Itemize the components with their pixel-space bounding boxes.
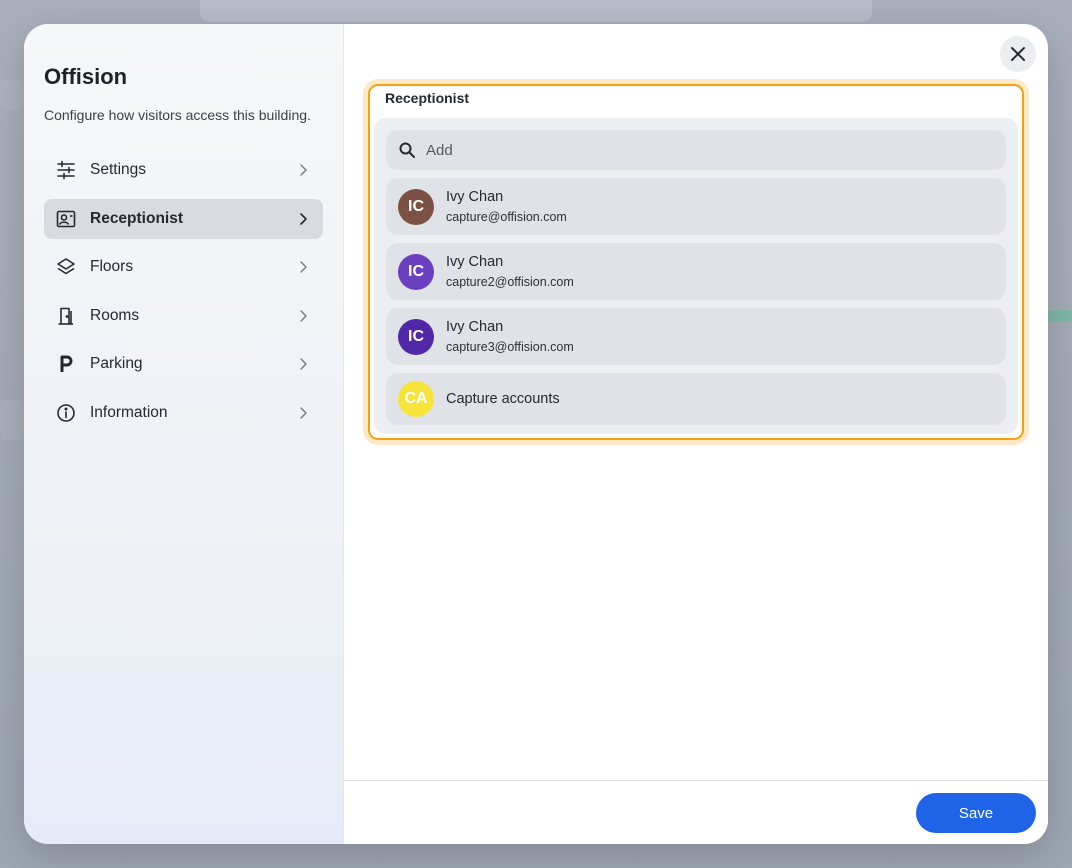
close-icon <box>1011 47 1025 61</box>
chevron-right-icon <box>300 164 307 176</box>
add-receptionist-search[interactable] <box>386 130 1006 170</box>
background-status-strip <box>1048 310 1072 322</box>
building-settings-modal: Offision Configure how visitors access t… <box>24 24 1048 844</box>
receptionist-name: Capture accounts <box>446 391 560 407</box>
sidebar-nav: Settings Receptionist Floors Rooms Parki… <box>44 150 323 441</box>
chevron-right-icon <box>300 358 307 370</box>
parking-icon <box>54 352 78 376</box>
sidebar-item-floors[interactable]: Floors <box>44 247 323 287</box>
save-button[interactable]: Save <box>916 793 1036 833</box>
background-fragment <box>0 80 24 110</box>
receptionist-name: Ivy Chan <box>446 319 504 335</box>
sidebar: Offision Configure how visitors access t… <box>24 24 344 844</box>
sidebar-item-label: Settings <box>90 161 147 178</box>
background-search-bar <box>200 0 872 22</box>
avatar: CA <box>398 381 434 417</box>
sidebar-title: Offision <box>44 64 128 89</box>
chevron-right-icon <box>300 406 307 419</box>
sidebar-subtitle: Configure how visitors access this build… <box>44 107 311 123</box>
door-icon <box>54 304 78 328</box>
receptionist-name: Ivy Chan <box>446 189 504 205</box>
sidebar-item-label: Floors <box>90 258 134 275</box>
background-fragment <box>0 400 24 440</box>
content-pane: Receptionist IC Ivy Chan capture@offisio… <box>344 24 1048 844</box>
receptionist-name: Ivy Chan <box>446 254 504 270</box>
sidebar-item-settings[interactable]: Settings <box>44 150 323 190</box>
avatar: IC <box>398 318 434 355</box>
search-icon <box>399 142 415 158</box>
sidebar-item-label: Receptionist <box>90 209 184 227</box>
chevron-right-icon <box>300 212 307 225</box>
sidebar-item-rooms[interactable]: Rooms <box>44 296 323 336</box>
layers-icon <box>54 255 78 279</box>
receptionist-list: IC Ivy Chan capture@offision.com IC Ivy … <box>374 118 1018 434</box>
receptionist-panel: Receptionist IC Ivy Chan capture@offisio… <box>368 84 1024 440</box>
close-button[interactable] <box>1000 36 1036 72</box>
add-receptionist-input[interactable] <box>426 141 926 159</box>
sidebar-item-receptionist[interactable]: Receptionist <box>44 198 323 239</box>
receptionist-row[interactable]: IC Ivy Chan capture@offision.com <box>386 178 1006 235</box>
sliders-icon <box>54 158 78 182</box>
receptionist-row[interactable]: IC Ivy Chan capture2@offision.com <box>386 243 1006 300</box>
info-icon <box>54 401 78 425</box>
receptionist-email: capture@offision.com <box>446 210 567 224</box>
receptionist-label: Receptionist <box>385 90 470 106</box>
chevron-right-icon <box>300 309 307 322</box>
sidebar-item-label: Information <box>90 403 168 421</box>
modal-footer: Save <box>344 780 1048 844</box>
receptionist-badge-icon <box>54 207 78 231</box>
sidebar-item-label: Rooms <box>90 306 140 324</box>
avatar: IC <box>398 188 434 225</box>
chevron-right-icon <box>300 261 307 273</box>
sidebar-item-label: Parking <box>90 355 143 372</box>
sidebar-item-parking[interactable]: Parking <box>44 344 323 384</box>
receptionist-email: capture2@offision.com <box>446 275 574 289</box>
receptionist-row[interactable]: CA Capture accounts <box>386 373 1006 425</box>
receptionist-email: capture3@offision.com <box>446 340 574 354</box>
sidebar-item-information[interactable]: Information <box>44 393 323 433</box>
avatar: IC <box>398 253 434 290</box>
receptionist-row[interactable]: IC Ivy Chan capture3@offision.com <box>386 308 1006 365</box>
